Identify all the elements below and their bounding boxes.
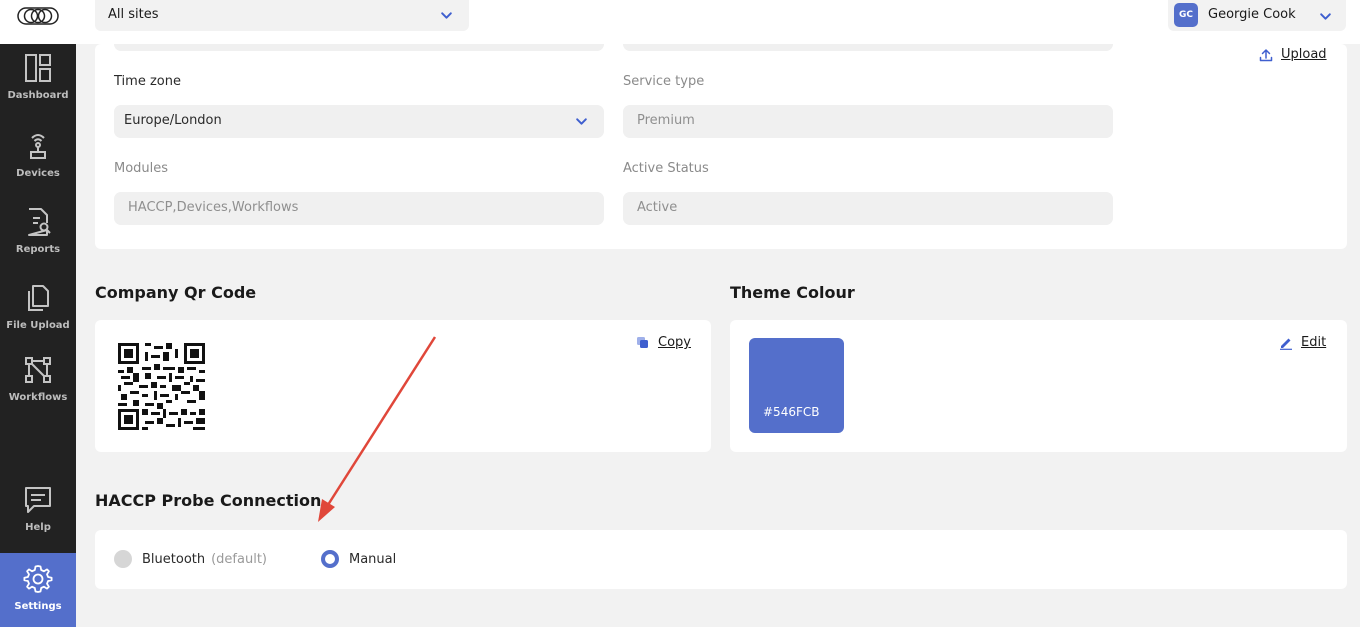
theme-colour-hex: #546FCB bbox=[763, 405, 820, 419]
site-selector-value: All sites bbox=[108, 7, 159, 22]
company-field-partial[interactable] bbox=[114, 44, 604, 51]
copy-button[interactable]: Copy bbox=[636, 335, 691, 350]
brand-logo[interactable] bbox=[17, 7, 59, 25]
sidebar-item-label: Settings bbox=[14, 601, 62, 612]
device-icon bbox=[30, 134, 46, 159]
theme-colour-swatch: #546FCB bbox=[749, 338, 844, 433]
sidebar-item-devices[interactable]: Devices bbox=[0, 130, 76, 200]
upload-button[interactable]: Upload bbox=[1259, 47, 1327, 62]
active-status-label: Active Status bbox=[623, 161, 709, 176]
qr-code-image bbox=[118, 343, 205, 430]
radio-unselected-icon[interactable] bbox=[114, 550, 132, 568]
pencil-icon bbox=[1280, 338, 1292, 350]
radio-selected-icon[interactable] bbox=[321, 550, 339, 568]
theme-section-title: Theme Colour bbox=[730, 283, 855, 302]
site-selector[interactable]: All sites bbox=[95, 0, 469, 31]
radio-bluetooth[interactable]: Bluetooth (default) bbox=[114, 550, 267, 568]
sidebar-item-workflows[interactable]: Workflows bbox=[0, 354, 76, 424]
upload-icon bbox=[1259, 48, 1273, 61]
active-status-field: Active bbox=[623, 192, 1113, 225]
sidebar-item-label: Dashboard bbox=[7, 90, 69, 101]
sidebar: Dashboard Devices Reports File Upload Wo… bbox=[0, 44, 76, 627]
service-type-field: Premium bbox=[623, 105, 1113, 138]
edit-label: Edit bbox=[1301, 335, 1327, 350]
user-menu[interactable]: GC Georgie Cook bbox=[1168, 0, 1346, 31]
dashboard-icon bbox=[25, 54, 51, 82]
radio-manual[interactable]: Manual bbox=[321, 550, 396, 568]
sidebar-item-dashboard[interactable]: Dashboard bbox=[0, 52, 76, 122]
help-icon bbox=[25, 487, 51, 513]
modules-label: Modules bbox=[114, 161, 169, 176]
report-icon bbox=[28, 208, 51, 236]
edit-theme-button[interactable]: Edit bbox=[1279, 335, 1326, 350]
chevron-down-icon bbox=[441, 12, 452, 19]
sidebar-item-reports[interactable]: Reports bbox=[0, 206, 76, 276]
haccp-probe-card bbox=[95, 530, 1347, 589]
haccp-section-title: HACCP Probe Connection bbox=[95, 491, 322, 510]
upload-label: Upload bbox=[1281, 47, 1327, 62]
copy-label: Copy bbox=[658, 335, 691, 350]
sidebar-item-label: Workflows bbox=[8, 392, 68, 403]
modules-field: HACCP,Devices,Workflows bbox=[114, 192, 604, 225]
time-zone-value: Europe/London bbox=[124, 113, 222, 128]
gear-icon bbox=[23, 565, 53, 593]
workflow-icon bbox=[25, 357, 51, 383]
avatar: GC bbox=[1174, 3, 1198, 27]
service-type-label: Service type bbox=[623, 74, 705, 89]
top-bar: All sites GC Georgie Cook bbox=[0, 0, 1360, 44]
sidebar-item-label: Devices bbox=[16, 168, 60, 179]
copy-icon bbox=[637, 336, 648, 348]
radio-hint: (default) bbox=[211, 551, 267, 567]
time-zone-select[interactable]: Europe/London bbox=[114, 105, 604, 138]
radio-label: Bluetooth bbox=[142, 551, 206, 567]
chevron-down-icon bbox=[576, 118, 587, 125]
sidebar-item-label: Help bbox=[25, 522, 51, 533]
active-status-value: Active bbox=[637, 200, 678, 215]
sidebar-item-help[interactable]: Help bbox=[0, 484, 76, 554]
modules-value: HACCP,Devices,Workflows bbox=[128, 200, 299, 215]
user-name: Georgie Cook bbox=[1208, 7, 1296, 22]
chevron-down-icon bbox=[1320, 13, 1331, 20]
qr-section-title: Company Qr Code bbox=[95, 283, 257, 302]
service-type-value: Premium bbox=[637, 113, 695, 128]
radio-label: Manual bbox=[349, 551, 397, 567]
time-zone-label: Time zone bbox=[114, 74, 181, 89]
sidebar-item-settings[interactable]: Settings bbox=[0, 553, 76, 627]
company-field-partial[interactable] bbox=[623, 44, 1113, 51]
sidebar-item-label: Reports bbox=[15, 244, 61, 255]
sidebar-item-file-upload[interactable]: File Upload bbox=[0, 282, 76, 352]
sidebar-item-label: File Upload bbox=[6, 320, 70, 331]
file-upload-icon bbox=[28, 285, 49, 311]
